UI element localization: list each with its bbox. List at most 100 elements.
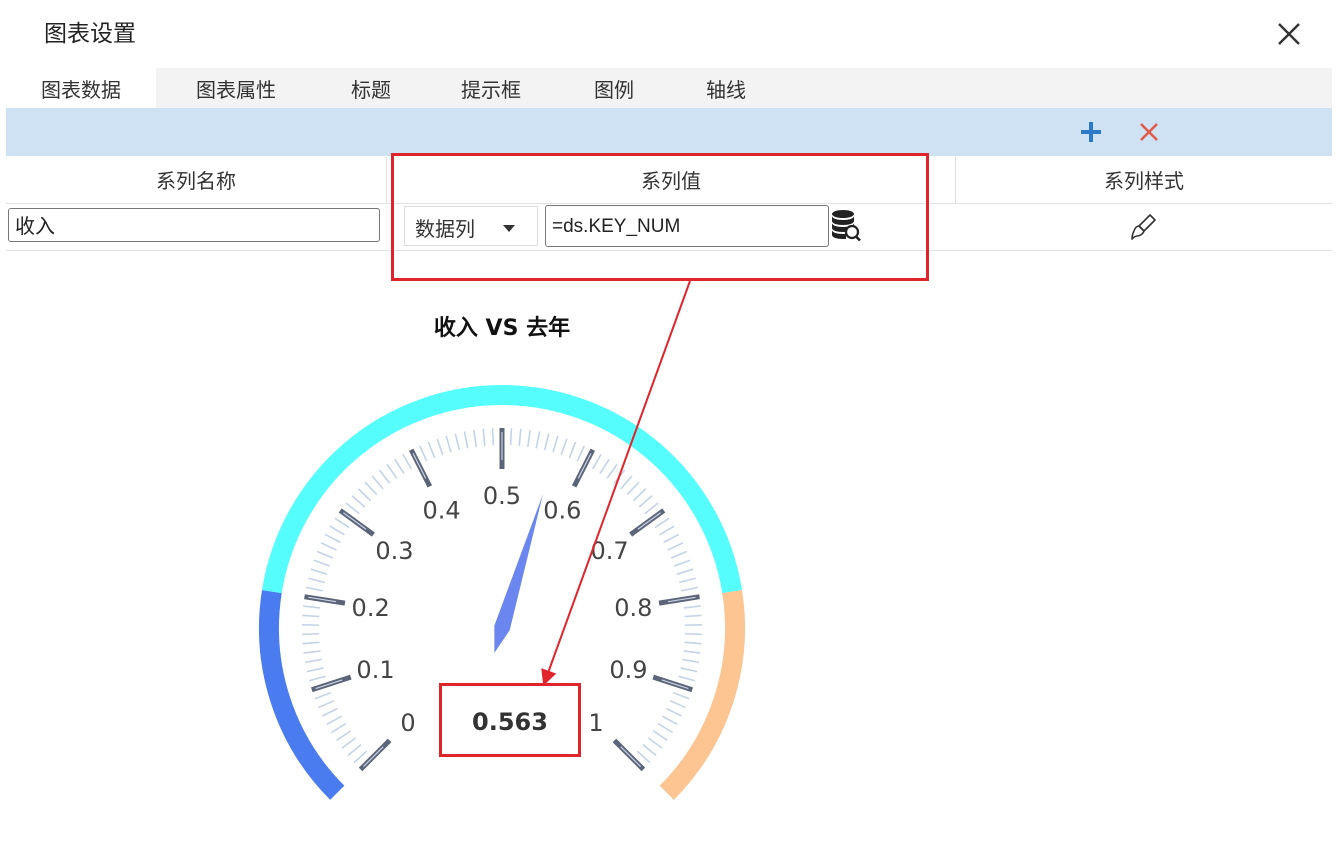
gauge-minor-tick bbox=[606, 463, 618, 479]
gauge-minor-tick bbox=[305, 586, 323, 592]
gauge-minor-tick bbox=[308, 675, 326, 682]
gauge-minor-tick bbox=[626, 481, 640, 496]
gauge-minor-tick bbox=[302, 614, 320, 618]
gauge-minor-tick bbox=[353, 750, 368, 764]
gauge-minor-tick bbox=[526, 429, 531, 447]
gauge-minor-tick bbox=[341, 737, 357, 749]
gauge-minor-tick bbox=[599, 458, 610, 474]
gauge-tick-label: 0.9 bbox=[609, 656, 647, 684]
gauge-minor-tick bbox=[378, 469, 391, 484]
gauge-minor-tick bbox=[684, 641, 702, 645]
gauge-minor-tick bbox=[684, 632, 702, 636]
gauge-minor-tick bbox=[659, 525, 675, 536]
gauge-minor-tick bbox=[454, 433, 461, 451]
gauge-minor-tick bbox=[568, 441, 577, 459]
gauge-minor-tick bbox=[644, 502, 659, 515]
gauge-band-2 bbox=[659, 589, 745, 800]
gauge-tick-label: 0.3 bbox=[375, 537, 413, 565]
gauge-minor-tick bbox=[331, 722, 347, 734]
gauge-minor-tick bbox=[436, 438, 444, 456]
gauge-tick-label: 0.4 bbox=[423, 496, 461, 524]
gauge-tick-label: 1 bbox=[588, 709, 603, 737]
gauge-pointer bbox=[494, 494, 543, 653]
gauge-major-tick-inner bbox=[315, 679, 343, 690]
gauge-minor-tick bbox=[672, 691, 690, 700]
gauge-minor-tick bbox=[418, 445, 428, 462]
gauge-minor-tick bbox=[669, 699, 686, 709]
annotation-arrow bbox=[541, 280, 691, 686]
gauge-minor-tick bbox=[657, 722, 673, 734]
gauge-minor-tick bbox=[638, 495, 653, 508]
gauge-minor-tick bbox=[473, 429, 478, 447]
gauge-minor-tick bbox=[535, 431, 541, 449]
gauge-major-tick-inner bbox=[661, 679, 689, 690]
gauge-minor-tick bbox=[482, 428, 486, 446]
gauge-minor-tick bbox=[673, 559, 691, 567]
gauge-chart: 00.10.20.30.40.50.60.70.80.91 bbox=[259, 280, 745, 800]
gauge-minor-tick bbox=[329, 525, 345, 536]
gauge-tick-label: 0.8 bbox=[614, 594, 652, 622]
gauge-minor-tick bbox=[427, 441, 436, 459]
gauge-minor-tick bbox=[357, 488, 372, 502]
gauge-minor-tick bbox=[324, 533, 341, 544]
gauge-minor-tick bbox=[684, 614, 702, 618]
gauge-minor-tick bbox=[680, 667, 698, 673]
gauge-major-tick-inner bbox=[577, 453, 592, 479]
gauge-major-tick-inner bbox=[362, 746, 384, 768]
gauge-minor-tick bbox=[560, 438, 568, 456]
gauge-tick-label: 0.5 bbox=[483, 482, 521, 510]
gauge-minor-tick bbox=[302, 641, 320, 645]
gauge-minor-tick bbox=[683, 605, 701, 609]
gauge-tick-label: 0.6 bbox=[543, 496, 581, 524]
gauge-tick-label: 0.2 bbox=[352, 594, 390, 622]
gauge-minor-tick bbox=[681, 586, 699, 592]
gauge-minor-tick bbox=[306, 667, 324, 673]
gauge-major-tick-inner bbox=[412, 453, 427, 479]
gauge-minor-tick bbox=[314, 691, 332, 700]
gauge-minor-tick bbox=[304, 658, 322, 664]
gauge-minor-tick bbox=[463, 431, 469, 449]
gauge-minor-tick bbox=[654, 517, 670, 529]
gauge-minor-tick bbox=[310, 568, 328, 575]
gauge-band-0 bbox=[259, 589, 345, 800]
gauge-minor-tick bbox=[334, 517, 350, 529]
gauge-minor-tick bbox=[303, 650, 321, 654]
gauge-minor-tick bbox=[552, 435, 559, 453]
gauge-minor-tick bbox=[313, 559, 331, 567]
gauge-minor-tick bbox=[661, 715, 678, 726]
gauge-minor-tick bbox=[302, 632, 320, 636]
gauge-minor-tick bbox=[316, 550, 334, 559]
gauge-minor-tick bbox=[636, 750, 651, 764]
gauge-major-tick-inner bbox=[620, 746, 642, 768]
gauge-minor-tick bbox=[667, 542, 684, 551]
gauge-minor-tick bbox=[576, 445, 586, 462]
gauge-minor-tick bbox=[402, 453, 413, 470]
gauge-minor-tick bbox=[318, 699, 335, 709]
gauge-minor-tick bbox=[632, 488, 647, 502]
gauge-minor-tick bbox=[683, 650, 701, 654]
gauge-minor-tick bbox=[364, 481, 378, 496]
gauge-minor-tick bbox=[326, 715, 343, 726]
gauge-minor-tick bbox=[394, 458, 405, 474]
gauge-minor-tick bbox=[371, 475, 384, 490]
gauge-minor-tick bbox=[386, 463, 398, 479]
gauge-minor-tick bbox=[543, 433, 550, 451]
gauge-minor-tick bbox=[320, 542, 337, 551]
gauge-minor-tick bbox=[509, 428, 513, 446]
gauge-minor-tick bbox=[676, 568, 694, 575]
gauge-minor-tick bbox=[652, 730, 668, 742]
gauge-minor-tick bbox=[347, 744, 362, 757]
gauge-minor-tick bbox=[322, 707, 339, 717]
gauge-minor-tick bbox=[445, 435, 452, 453]
gauge-minor-tick bbox=[518, 428, 522, 446]
gauge-minor-tick bbox=[303, 605, 321, 609]
gauge-minor-tick bbox=[663, 533, 680, 544]
gauge-minor-tick bbox=[678, 675, 696, 682]
gauge-minor-tick bbox=[679, 577, 696, 584]
highlight-gauge-value bbox=[439, 683, 581, 757]
gauge-minor-tick bbox=[620, 475, 633, 490]
gauge-minor-tick bbox=[647, 737, 663, 749]
gauge-minor-tick bbox=[642, 744, 657, 757]
gauge-tick-label: 0.1 bbox=[356, 656, 394, 684]
gauge-minor-tick bbox=[345, 502, 360, 515]
